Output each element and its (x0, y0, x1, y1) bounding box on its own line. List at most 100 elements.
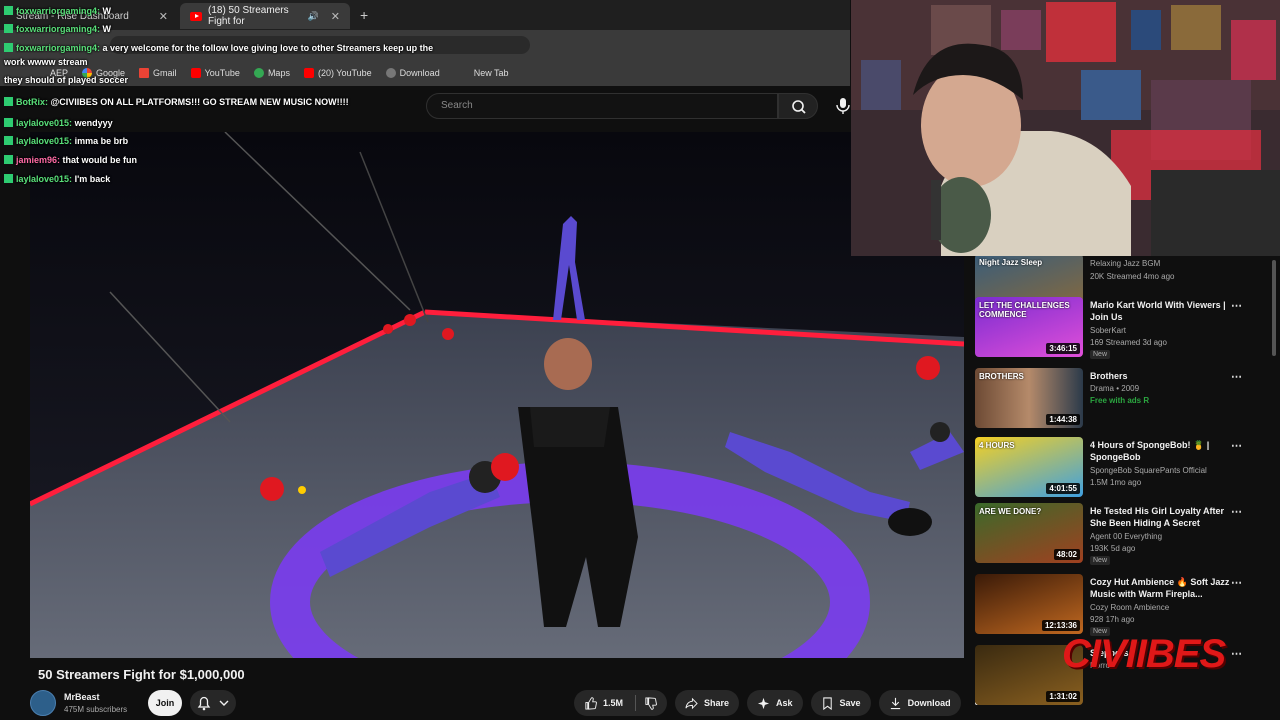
recommendation-item[interactable]: LET THE CHALLENGES COMMENCE 3:46:15 Mario … (975, 297, 1275, 359)
search-icon (792, 100, 806, 114)
close-icon[interactable]: ✕ (331, 10, 340, 23)
scrollbar[interactable] (1272, 260, 1276, 356)
youtube-icon (190, 11, 202, 21)
bookmark-youtube[interactable]: YouTube (190, 68, 240, 78)
screen: Stream - Rise Dashboard ✕ (18) 50 Stream… (0, 0, 1280, 720)
close-icon[interactable]: ✕ (159, 10, 168, 23)
webcam-feed (851, 0, 1280, 256)
more-options-icon[interactable]: ⋯ (1231, 576, 1242, 589)
recommendation-channel[interactable]: Relaxing Jazz BGM (1090, 258, 1240, 270)
search-input[interactable]: Search (426, 93, 778, 119)
chat-text: @CIVIIBES ON ALL PLATFORMS!!! GO STREAM … (50, 97, 349, 107)
duration-badge: 12:13:36 (1041, 620, 1080, 631)
chat-text: work wwww stream (4, 57, 88, 67)
kick-badge-icon (4, 43, 13, 52)
chat-message: jamiem96: that would be fun (4, 155, 137, 165)
recommendation-item[interactable]: ARE WE DONE? 48:02 He Tested His Girl Loya… (975, 503, 1275, 565)
recommendation-channel[interactable]: SpongeBob SquarePants Official (1090, 465, 1240, 477)
thumbnail-text: Night Jazz Sleep (979, 258, 1043, 267)
chat-message: work wwww stream (4, 57, 88, 67)
video-thumbnail[interactable]: ARE WE DONE? 48:02 (975, 503, 1083, 563)
bookmark-download[interactable]: Download (385, 68, 440, 78)
channel-name[interactable]: MrBeast (64, 692, 100, 702)
divider (635, 695, 637, 711)
save-button[interactable]: Save (810, 690, 871, 716)
youtube-icon (190, 68, 201, 78)
recommendation-channel[interactable]: Agent 00 Everything (1090, 531, 1240, 543)
chat-username: BotRix: (16, 97, 48, 107)
new-badge: New (1090, 556, 1111, 565)
recommendation-title[interactable]: Cozy Hut Ambience 🔥 Soft Jazz Music with… (1090, 576, 1230, 600)
video-thumbnail[interactable]: BROTHERS 1:44:38 (975, 368, 1083, 428)
more-options-icon[interactable]: ⋯ (1231, 439, 1242, 452)
recommendation-item[interactable]: 12:13:36 Cozy Hut Ambience 🔥 Soft Jazz Mu… (975, 574, 1275, 636)
share-icon (685, 697, 698, 709)
chat-message: foxwarriorgaming4: a very welcome for th… (4, 43, 433, 53)
more-options-icon[interactable]: ⋯ (1231, 505, 1242, 518)
tab-youtube[interactable]: (18) 50 Streamers Fight for 🔊 ✕ (180, 3, 350, 29)
chat-message: foxwarriorgaming4: W (4, 6, 111, 16)
channel-avatar[interactable] (30, 690, 56, 716)
bookmark-maps[interactable]: Maps (253, 68, 290, 78)
thumbs-down-icon[interactable] (644, 696, 657, 710)
browser-tabbar: Stream - Rise Dashboard ✕ (18) 50 Stream… (0, 0, 850, 30)
chat-text: I'm back (74, 174, 111, 184)
search-button[interactable] (778, 93, 818, 119)
thumbs-up-icon (585, 696, 597, 710)
recommendation-channel[interactable]: SoberKart (1090, 325, 1240, 337)
recommendation-item[interactable]: 4 HOURS 4:01:55 4 Hours of SpongeBob! 🍍 | … (975, 437, 1275, 499)
speaker-icon[interactable]: 🔊 (308, 11, 319, 22)
recommendation-title[interactable]: Mario Kart World With Viewers | Join Us (1090, 299, 1230, 323)
bookmark-new-tab[interactable]: New Tab (474, 68, 509, 78)
maps-icon (253, 68, 264, 78)
ask-button[interactable]: Ask (747, 690, 803, 716)
video-player[interactable] (30, 132, 964, 658)
chat-message: laylalove015: imma be brb (4, 136, 128, 146)
like-button[interactable]: 1.5M (574, 690, 668, 716)
download-button[interactable]: Download (878, 690, 961, 716)
recommendation-channel[interactable]: Drama • 2009 (1090, 383, 1240, 395)
microphone-button[interactable] (833, 95, 853, 117)
duration-badge: 1:31:02 (1046, 691, 1080, 702)
new-badge: New (1090, 350, 1111, 359)
chat-username: foxwarriorgaming4: (16, 43, 101, 53)
recommendation-title[interactable]: Brothers (1090, 370, 1230, 382)
recommendation-meta: 1.5M 1mo ago (1090, 478, 1142, 487)
recommendation-meta: Free with ads R (1090, 396, 1150, 405)
more-options-icon[interactable]: ⋯ (1231, 647, 1242, 660)
more-options-icon[interactable]: ⋯ (1231, 370, 1242, 383)
recommendation-item[interactable]: BROTHERS 1:44:38 Brothers Drama • 2009 Free … (975, 368, 1275, 430)
microphone-icon (836, 98, 850, 114)
chat-text: a very welcome for the follow love givin… (102, 43, 434, 53)
chat-message: they should of played soccer (4, 75, 128, 85)
video-thumbnail[interactable]: 4 HOURS 4:01:55 (975, 437, 1083, 497)
share-button[interactable]: Share (675, 690, 740, 716)
more-options-icon[interactable]: ⋯ (1231, 299, 1242, 312)
tab-label: (18) 50 Streamers Fight for (208, 5, 289, 27)
chat-text: that would be fun (62, 155, 138, 165)
new-tab-plus-icon[interactable]: + (360, 7, 368, 23)
kick-badge-icon (4, 97, 13, 106)
streamer-logo: CIVIIBES (1062, 632, 1226, 676)
chat-text: they should of played soccer (4, 75, 129, 85)
video-title: 50 Streamers Fight for $1,000,000 (38, 667, 245, 682)
recommendation-title[interactable]: 4 Hours of SpongeBob! 🍍 | SpongeBob (1090, 439, 1230, 463)
thumbnail-text: BROTHERS (979, 372, 1024, 381)
video-thumbnail[interactable]: LET THE CHALLENGES COMMENCE 3:46:15 (975, 297, 1083, 357)
video-thumbnail[interactable]: 12:13:36 (975, 574, 1083, 634)
thumbnail-text: LET THE CHALLENGES COMMENCE (979, 301, 1070, 319)
chat-message: laylalove015: wendyyy (4, 118, 113, 128)
video-frame (30, 132, 964, 658)
chat-username: laylalove015: (16, 118, 73, 128)
recommendation-title[interactable]: He Tested His Girl Loyalty After She Bee… (1090, 505, 1230, 529)
globe-icon (385, 68, 396, 78)
join-button[interactable]: Join (148, 690, 182, 716)
chat-username: laylalove015: (16, 174, 73, 184)
bookmark-youtube-20[interactable]: (20) YouTube (303, 68, 372, 78)
youtube-icon (303, 68, 314, 78)
sparkle-icon (757, 697, 770, 709)
duration-badge: 48:02 (1053, 549, 1080, 560)
bookmark-gmail[interactable]: Gmail (139, 68, 177, 78)
notification-bell-button[interactable] (190, 690, 236, 716)
recommendation-channel[interactable]: Cozy Room Ambience (1090, 602, 1240, 614)
